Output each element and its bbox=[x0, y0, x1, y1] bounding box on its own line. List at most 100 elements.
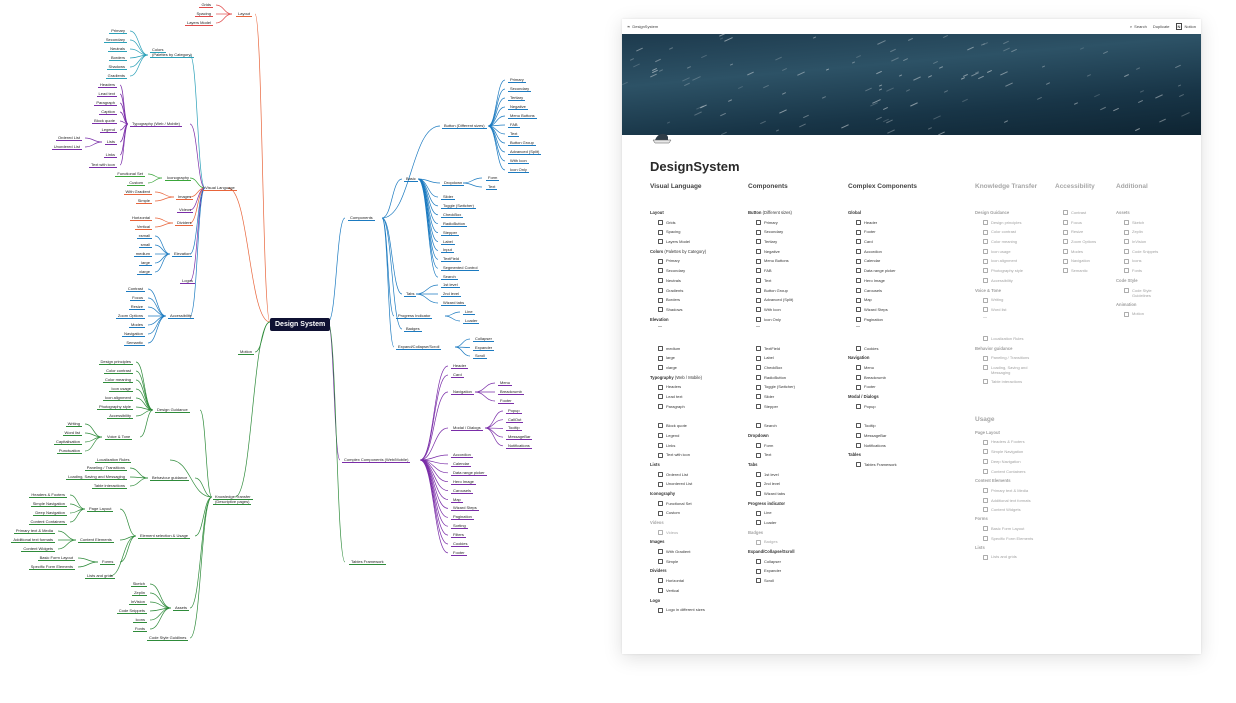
todo-item[interactable]: Text with icon bbox=[650, 450, 745, 460]
mindmap-node-text-with-icon[interactable]: Text with icon bbox=[88, 162, 117, 168]
mindmap-node-voice-tone[interactable]: Voice & Tone bbox=[105, 434, 133, 440]
todo-item[interactable]: Advanced (Split) bbox=[748, 295, 843, 305]
mindmap-node-typography-web-mobile[interactable]: Typography (Web / Mobile) bbox=[130, 121, 182, 127]
mindmap-node-expander[interactable]: Expander bbox=[473, 345, 495, 351]
checkbox[interactable] bbox=[756, 287, 761, 293]
todo-item[interactable]: Pagination bbox=[848, 315, 968, 325]
mindmap-node-headers-footers[interactable]: Headers & Footers bbox=[29, 492, 67, 498]
todo-item[interactable]: Button Group bbox=[748, 286, 843, 296]
mindmap-node-semantic[interactable]: Semantic bbox=[124, 340, 145, 346]
checkbox[interactable] bbox=[856, 268, 861, 274]
todo-item[interactable]: With Gradient bbox=[650, 547, 745, 557]
mindmap-node-primary[interactable]: Primary bbox=[109, 28, 127, 34]
mindmap-node-text[interactable]: Text bbox=[486, 184, 498, 190]
checkbox[interactable] bbox=[756, 307, 761, 313]
checkbox[interactable] bbox=[756, 568, 761, 574]
todo-item[interactable]: Accordion bbox=[848, 247, 968, 257]
checkbox[interactable] bbox=[658, 481, 663, 487]
mindmap-node-localization-rules[interactable]: Localization Rules bbox=[95, 457, 132, 463]
mindmap-node-icon-alignment[interactable]: Icon alignment bbox=[102, 395, 133, 401]
mindmap-node-filters[interactable]: Filters bbox=[451, 532, 466, 539]
mindmap-node-xlarge[interactable]: xlarge bbox=[137, 269, 152, 275]
todo-item[interactable]: Expander bbox=[748, 566, 843, 576]
checkbox[interactable] bbox=[983, 554, 988, 560]
mindmap-node-card[interactable]: Card bbox=[451, 372, 464, 378]
checkbox[interactable] bbox=[1124, 229, 1129, 235]
checkbox[interactable] bbox=[1124, 258, 1129, 264]
checkbox[interactable] bbox=[658, 404, 663, 410]
todo-item[interactable]: Unordered List bbox=[650, 479, 745, 489]
todo-item[interactable]: InVision bbox=[1116, 237, 1171, 247]
checkbox[interactable] bbox=[983, 229, 988, 235]
mindmap-node-color-contrast[interactable]: Color contrast bbox=[104, 368, 133, 374]
todo-item[interactable]: Headers & Footers bbox=[975, 437, 1050, 447]
checkbox[interactable] bbox=[856, 239, 861, 245]
mindmap-node-icons[interactable]: Icons bbox=[133, 617, 147, 623]
mindmap-node-progress-indicator[interactable]: Progress Indicator bbox=[396, 313, 433, 319]
todo-item[interactable]: Icon alignment bbox=[975, 256, 1050, 266]
todo-item[interactable]: medium bbox=[650, 344, 745, 354]
todo-item[interactable]: Functional Set bbox=[650, 499, 745, 509]
mindmap-node-badges[interactable]: Badges bbox=[404, 326, 422, 332]
mindmap-node-lists[interactable]: Lists bbox=[104, 139, 117, 145]
mindmap-node-focus[interactable]: Focus bbox=[130, 295, 145, 301]
todo-item[interactable]: Photography style bbox=[975, 266, 1050, 276]
mindmap-node-secondary[interactable]: Secondary bbox=[103, 37, 127, 43]
todo-item[interactable]: Resize bbox=[1055, 227, 1113, 237]
checkbox[interactable] bbox=[756, 423, 761, 429]
todo-item[interactable]: Writing bbox=[975, 295, 1050, 305]
mindmap-node-navigation[interactable]: Navigation bbox=[122, 331, 145, 337]
checkbox[interactable] bbox=[658, 239, 663, 245]
checkbox[interactable] bbox=[756, 539, 761, 545]
mindmap-node-icon-only[interactable]: Icon Only bbox=[508, 167, 529, 173]
mindmap-node-writing[interactable]: Writing bbox=[65, 421, 82, 427]
checkbox[interactable] bbox=[756, 297, 761, 303]
checkbox[interactable] bbox=[658, 607, 663, 613]
checkbox[interactable] bbox=[856, 404, 861, 410]
checkbox[interactable] bbox=[856, 229, 861, 235]
todo-item[interactable]: Menu Buttons bbox=[748, 256, 843, 266]
todo-item[interactable]: Hero Image bbox=[848, 276, 968, 286]
mindmap-node-vertical[interactable]: Vertical bbox=[134, 224, 152, 230]
mindmap-node-zeplin[interactable]: Zeplin bbox=[132, 590, 147, 596]
mindmap-node-caption[interactable]: Caption bbox=[99, 109, 117, 115]
checkbox[interactable] bbox=[658, 433, 663, 439]
mindmap-node-content-widgets[interactable]: Content Widgets bbox=[21, 546, 55, 552]
checkbox[interactable] bbox=[1063, 220, 1068, 226]
checkbox[interactable] bbox=[756, 239, 761, 245]
mindmap-node-specific-form-elements[interactable]: Specific Form Elements bbox=[28, 564, 75, 570]
todo-item[interactable]: Additional text formats bbox=[975, 496, 1050, 505]
mindmap-node-resize[interactable]: Resize bbox=[128, 304, 145, 310]
todo-item[interactable]: Footer bbox=[848, 227, 968, 237]
todo-item[interactable]: Content Widgets bbox=[975, 505, 1050, 515]
todo-item[interactable]: Icons bbox=[1116, 256, 1171, 266]
todo-item[interactable]: Paneling / Transitions bbox=[975, 353, 1050, 363]
checkbox[interactable] bbox=[983, 459, 988, 465]
mindmap-node-medium[interactable]: medium bbox=[133, 251, 152, 257]
todo-item[interactable]: Ordered List bbox=[650, 470, 745, 480]
checkbox[interactable] bbox=[856, 249, 861, 255]
checkbox[interactable] bbox=[658, 345, 663, 351]
checkbox[interactable] bbox=[983, 336, 988, 342]
mindmap-node-links[interactable]: Links bbox=[103, 152, 117, 158]
mindmap-node-with-gradient[interactable]: With Gradient bbox=[123, 189, 152, 195]
checkbox[interactable] bbox=[658, 394, 663, 400]
checkbox[interactable] bbox=[756, 375, 761, 381]
mindmap-node-with-icon[interactable]: With Icon bbox=[508, 158, 529, 164]
mindmap-node-photography-style[interactable]: Photography style bbox=[96, 404, 133, 410]
todo-item[interactable]: Secondary bbox=[650, 266, 745, 276]
mindmap-node-code-snippets[interactable]: Code Snippets bbox=[116, 608, 147, 614]
mindmap-node-scroll[interactable]: Scroll bbox=[473, 353, 488, 359]
mindmap-node-forms[interactable]: Forms bbox=[100, 559, 116, 565]
checkbox[interactable] bbox=[856, 287, 861, 293]
mindmap-node-page-layout[interactable]: Page Layout bbox=[87, 506, 114, 512]
mindmap-node-calendar[interactable]: Calendar bbox=[451, 461, 472, 467]
todo-item[interactable]: TextField bbox=[748, 344, 843, 354]
mindmap-node-modes[interactable]: Modes bbox=[128, 322, 145, 328]
mindmap-node-behaviour-guidance[interactable]: Behaviour guidance bbox=[150, 475, 190, 481]
mindmap-node-contrast[interactable]: Contrast bbox=[125, 286, 145, 292]
todo-item[interactable]: Specific Form Elements bbox=[975, 534, 1050, 543]
todo-item[interactable]: Deep Navigation bbox=[975, 457, 1050, 467]
checkbox[interactable] bbox=[856, 433, 861, 439]
todo-item[interactable]: Form bbox=[748, 441, 843, 451]
